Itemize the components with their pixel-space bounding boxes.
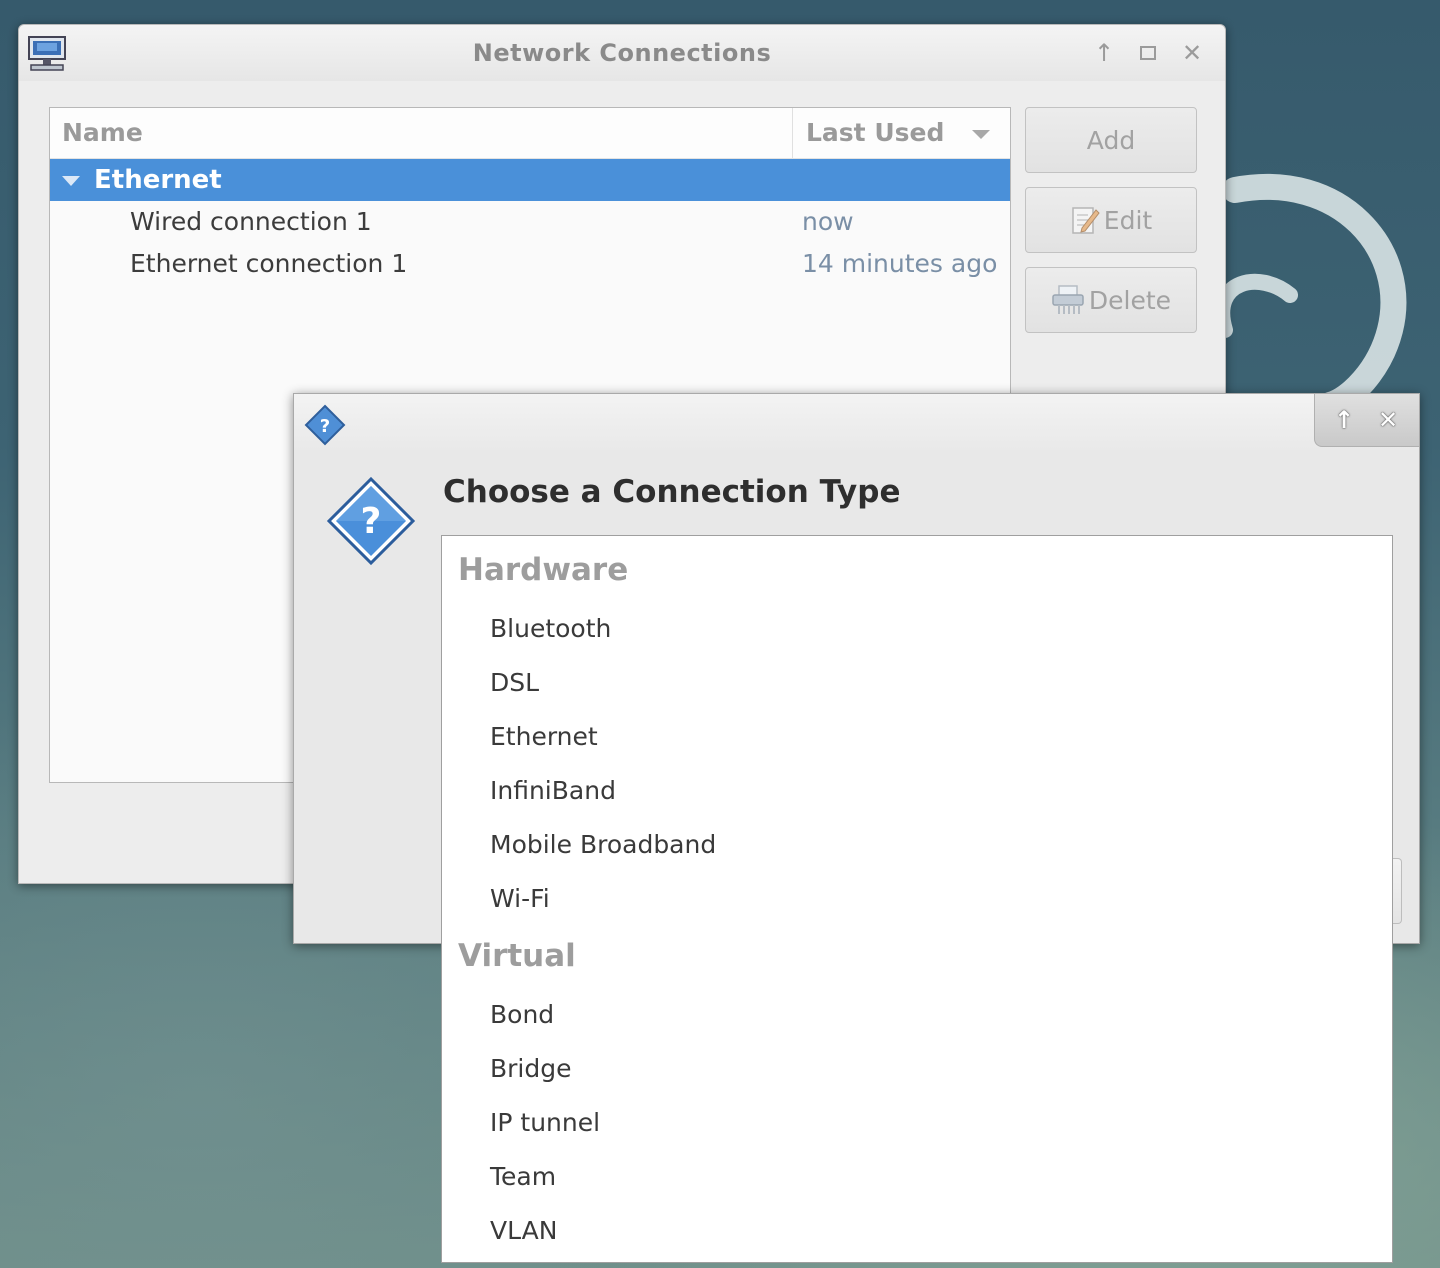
column-header-name[interactable]: Name (62, 118, 143, 147)
dialog-heading: Choose a Connection Type (443, 474, 901, 510)
close-icon[interactable]: ✕ (1373, 406, 1403, 434)
window-titlebar[interactable]: Network Connections ↑ ✕ (19, 25, 1225, 81)
type-item-team[interactable]: Team (490, 1162, 556, 1191)
connection-row[interactable]: Wired connection 1 now (50, 201, 1010, 243)
type-item-mobile-broadband[interactable]: Mobile Broadband (490, 830, 716, 859)
column-header-last-used[interactable]: Last Used (806, 118, 944, 147)
edit-button[interactable]: Edit (1025, 187, 1197, 253)
dialog-titlebar[interactable]: ? ↑ ✕ (294, 394, 1419, 450)
type-item-ip-tunnel[interactable]: IP tunnel (490, 1108, 600, 1137)
close-icon[interactable]: ✕ (1177, 39, 1207, 67)
type-item-bond[interactable]: Bond (490, 1000, 554, 1029)
group-label: Ethernet (94, 165, 222, 195)
connection-name: Wired connection 1 (130, 207, 372, 236)
list-header: Name Last Used (50, 108, 1010, 159)
edit-pencil-icon (1072, 207, 1100, 234)
connection-last-used: now (802, 207, 854, 236)
delete-button-label: Delete (1088, 285, 1172, 315)
expander-down-icon[interactable] (62, 176, 80, 186)
edit-button-label: Edit (1103, 205, 1153, 235)
add-button[interactable]: Add (1025, 107, 1197, 173)
delete-button[interactable]: Delete (1025, 267, 1197, 333)
question-dialog-icon: ? (304, 404, 346, 446)
type-item-dsl[interactable]: DSL (490, 668, 539, 697)
add-button-label: Add (1086, 125, 1136, 155)
type-item-vlan[interactable]: VLAN (490, 1216, 557, 1245)
connection-row[interactable]: Ethernet connection 1 14 minutes ago (50, 243, 1010, 285)
svg-text:?: ? (320, 416, 330, 437)
category-hardware: Hardware (458, 552, 629, 588)
dialog-window-controls: ↑ ✕ (1314, 394, 1419, 447)
connection-last-used: 14 minutes ago (802, 249, 998, 278)
type-item-wifi[interactable]: Wi-Fi (490, 884, 550, 913)
question-dialog-icon: ? (326, 476, 416, 566)
column-separator (792, 108, 793, 158)
category-virtual: Virtual (458, 938, 576, 974)
type-item-infiniband[interactable]: InfiniBand (490, 776, 616, 805)
move-up-icon[interactable]: ↑ (1329, 406, 1359, 434)
maximize-icon[interactable] (1133, 39, 1163, 67)
sort-descending-icon[interactable] (972, 130, 990, 139)
type-item-bridge[interactable]: Bridge (490, 1054, 572, 1083)
connection-type-list[interactable]: Hardware Bluetooth DSL Ethernet InfiniBa… (441, 535, 1393, 1263)
type-item-bluetooth[interactable]: Bluetooth (490, 614, 611, 643)
group-row-ethernet[interactable]: Ethernet (50, 159, 1010, 201)
desktop: Network Connections ↑ ✕ Name Last Used E… (0, 0, 1440, 1268)
shredder-delete-icon (1052, 285, 1084, 314)
type-item-ethernet[interactable]: Ethernet (490, 722, 598, 751)
move-up-icon[interactable]: ↑ (1089, 39, 1119, 67)
connection-name: Ethernet connection 1 (130, 249, 408, 278)
window-title: Network Connections (472, 39, 772, 67)
svg-text:?: ? (361, 501, 382, 542)
